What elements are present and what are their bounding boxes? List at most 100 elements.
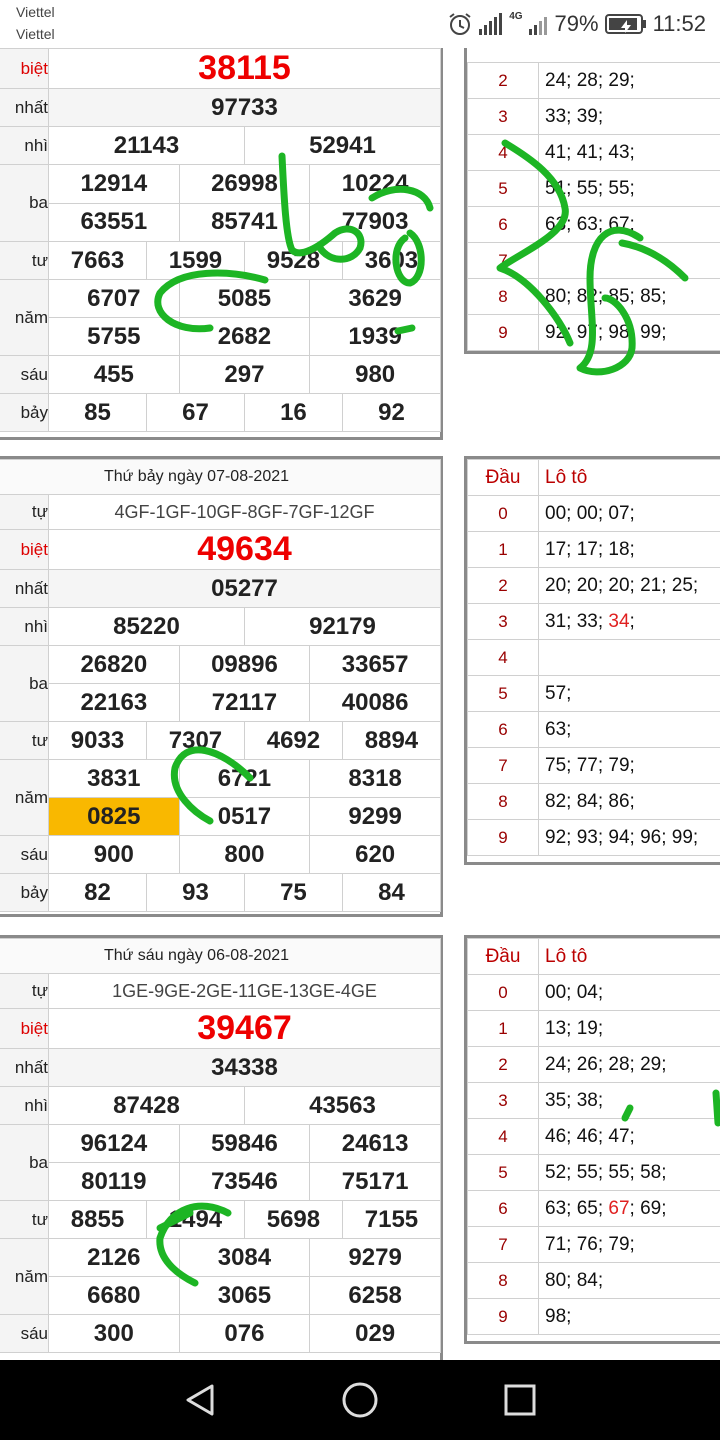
loto-row: 6 63; <box>467 711 720 748</box>
label-second: nhì <box>0 1086 49 1125</box>
label-fifth: năm <box>0 759 49 836</box>
loto-table-3: Đầu Lô tô 0 00; 04; 1 13; 19; 2 24; 26; 28; 29;… <box>467 938 720 1335</box>
loto-value-text: 00; 04; <box>545 981 604 1003</box>
loto-values: 75; 77; 79; <box>538 747 720 784</box>
loto-values: 24; 28; 29; <box>538 62 720 99</box>
loto-value-text: 35; 38; <box>545 1089 604 1111</box>
loto-table-2: Đầu Lô tô 0 00; 00; 07; 1 17; 17; 18; 2 20; 20;… <box>467 459 720 856</box>
carrier-name: Viettel <box>16 4 55 20</box>
recents-button[interactable] <box>500 1380 540 1420</box>
fourth-prize: 9528 <box>243 241 343 280</box>
loto-head-digit: 7 <box>467 242 539 279</box>
fifth-prize: 3629 <box>309 279 441 318</box>
sixth-prize: 300 <box>48 1314 180 1353</box>
loto-values: 63; 65; 67; 69; <box>538 1190 720 1227</box>
loto-value-text: 71; 76; 79; <box>545 1233 635 1255</box>
loto-head-digit: 9 <box>467 1298 539 1335</box>
loto-value-text: 24; 28; 29; <box>545 69 635 91</box>
loto-row: 9 98; <box>467 1298 720 1335</box>
second-prize: 52941 <box>243 126 442 165</box>
loto-value-text: 82; 84; 86; <box>545 790 635 812</box>
loto-head-digit: 8 <box>467 783 539 820</box>
label-second: nhì <box>0 607 49 646</box>
third-prize: 85741 <box>178 202 311 242</box>
loto-row: 3 33; 39; <box>467 98 720 135</box>
fifth-prize: 9279 <box>309 1238 441 1277</box>
loto-row: 9 92; 97; 98; 99; <box>467 314 720 351</box>
loto-header: Đầu Lô tô <box>467 938 720 975</box>
loto-values: 52; 55; 55; 58; <box>538 1154 720 1191</box>
loto-value-text: 20; 20; 20; 21; 25; <box>545 574 699 596</box>
sixth-prize: 297 <box>178 355 311 394</box>
loto-row: 5 57; <box>467 675 720 712</box>
special-prize: 49634 <box>48 529 441 570</box>
loto-head-digit: 9 <box>467 819 539 856</box>
draw-date: Thứ sáu ngày 06-08-2021 <box>0 938 441 974</box>
loto-value-text: ; 69; <box>629 1197 667 1219</box>
label-first: nhất <box>0 569 49 608</box>
label-third: ba <box>0 645 49 722</box>
home-button[interactable] <box>340 1380 380 1420</box>
navigation-bar <box>0 1360 720 1440</box>
third-prize: 22163 <box>48 683 180 722</box>
fifth-prize: 2682 <box>178 317 311 356</box>
sixth-prize: 076 <box>178 1314 311 1353</box>
loto-values: 13; 19; <box>538 1010 720 1047</box>
loto-head-digit: 2 <box>467 62 539 99</box>
loto-row: 9 92; 93; 94; 96; 99; <box>467 819 720 856</box>
loto-head-digit: 7 <box>467 747 539 784</box>
loto-row: 6 63; 65; 67; 69; <box>467 1190 720 1227</box>
signal-icon <box>528 17 547 35</box>
fourth-prize: 9033 <box>48 721 147 760</box>
loto-values: 92; 93; 94; 96; 99; <box>538 819 720 856</box>
loto-head-digit: 8 <box>467 278 539 315</box>
loto-row: 4 46; 46; 47; <box>467 1118 720 1155</box>
loto-value-text: 24; 26; 28; 29; <box>545 1053 667 1075</box>
loto-values: 46; 46; 47; <box>538 1118 720 1155</box>
loto-values: 35; 38; <box>538 1082 720 1119</box>
third-prize: 12914 <box>48 164 180 204</box>
sixth-prize: 900 <box>48 835 180 874</box>
loto-table-1: 2 24; 28; 29; 3 33; 39; 4 41; 41; 43; 5 51; 55;… <box>467 62 720 351</box>
sixth-prize: 620 <box>309 835 441 874</box>
loto-values: 80; 84; <box>538 1262 720 1299</box>
results-page[interactable]: biệt 38115 nhất 97733 nhì 21143 52941 ba 1291… <box>0 48 720 1360</box>
loto-values: 57; <box>538 675 720 712</box>
loto-row: 2 20; 20; 20; 21; 25; <box>467 567 720 604</box>
loto-value-text: 80; 82; 85; 85; <box>545 285 667 307</box>
first-prize: 34338 <box>48 1048 441 1087</box>
label-sixth: sáu <box>0 835 49 874</box>
loto-head-digit: 9 <box>467 314 539 351</box>
result-table-3: Thứ sáu ngày 06-08-2021 tự 1GE-9GE-2GE-11… <box>0 938 442 1353</box>
back-button[interactable] <box>180 1380 220 1420</box>
status-bar: Viettel Viettel 4G 79% 11:52 <box>0 0 720 48</box>
loto-row: 5 51; 55; 55; <box>467 170 720 207</box>
third-prize: 10224 <box>309 164 441 204</box>
loto-value-text: 13; 19; <box>545 1017 604 1039</box>
loto-row: 6 63; 63; 67; <box>467 206 720 243</box>
fourth-prize: 1494 <box>145 1200 245 1239</box>
loto-values: 41; 41; 43; <box>538 134 720 171</box>
loto-row: 7 71; 76; 79; <box>467 1226 720 1263</box>
loto-values: 71; 76; 79; <box>538 1226 720 1263</box>
third-prize: 33657 <box>309 645 441 684</box>
loto-head-digit: 5 <box>467 1154 539 1191</box>
loto-head-digit: 7 <box>467 1226 539 1263</box>
loto-head-digit: 4 <box>467 134 539 171</box>
loto-row: 1 13; 19; <box>467 1010 720 1047</box>
loto-values: 92; 97; 98; 99; <box>538 314 720 351</box>
loto-value-text: 41; 41; 43; <box>545 141 635 163</box>
loto-row: 7 75; 77; 79; <box>467 747 720 784</box>
label-third: ba <box>0 164 49 242</box>
label-sixth: sáu <box>0 1314 49 1353</box>
fourth-prize: 1599 <box>145 241 245 280</box>
loto-head-digit: 1 <box>467 531 539 568</box>
label-special: biệt <box>0 1008 49 1049</box>
draw-date: Thứ bảy ngày 07-08-2021 <box>0 459 441 495</box>
loto-values: 80; 82; 85; 85; <box>538 278 720 315</box>
fifth-prize: 6707 <box>48 279 180 318</box>
fourth-prize: 5698 <box>243 1200 343 1239</box>
second-prize: 43563 <box>243 1086 442 1125</box>
draw-code: 4GF-1GF-10GF-8GF-7GF-12GF <box>48 494 441 530</box>
label-fourth: tư <box>0 1200 49 1239</box>
